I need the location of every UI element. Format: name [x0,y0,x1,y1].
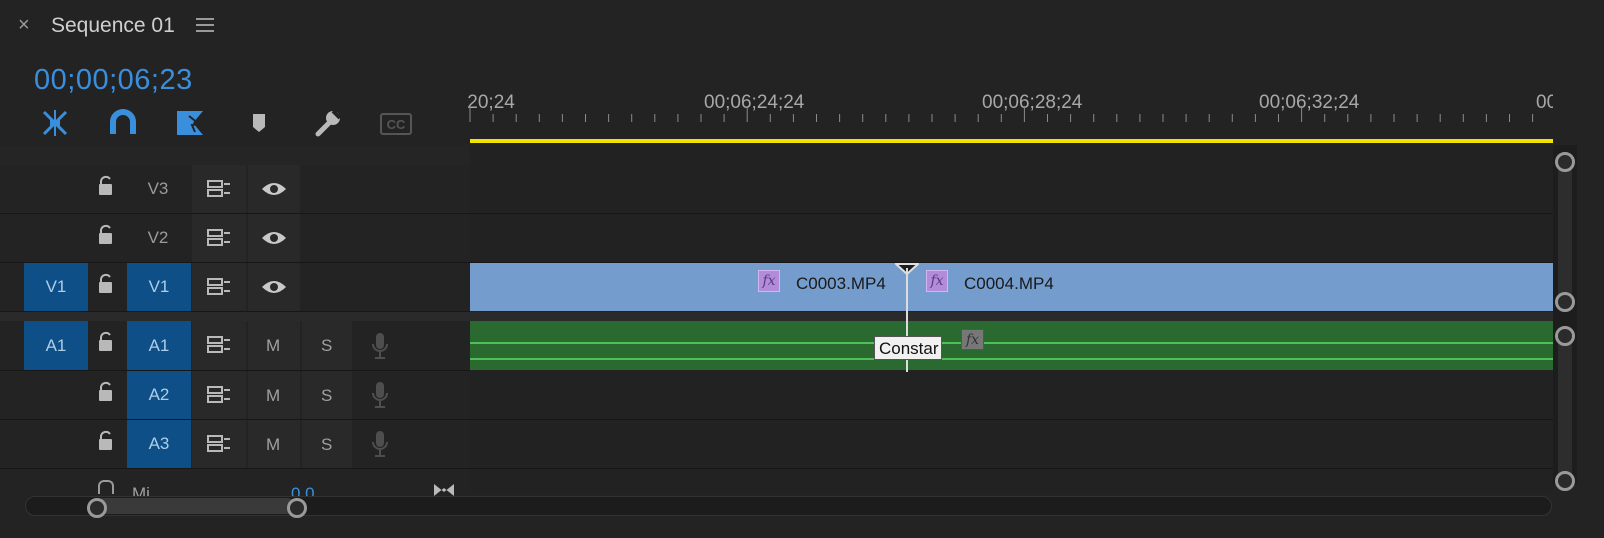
solo-button[interactable]: S [321,336,332,356]
header-spacer [0,145,470,165]
solo-cell: S [302,420,352,468]
sync-lock-cell [192,420,246,468]
zoom-scroll-thumb[interactable] [95,498,295,514]
timeline-spacer [470,145,1553,165]
sync-lock-cell [192,165,246,213]
voiceover-mic-icon[interactable] [372,332,388,360]
snap-magnet-icon[interactable] [108,108,138,138]
lock-icon[interactable] [97,331,115,353]
panel-menu-icon[interactable] [196,17,216,33]
sync-lock-icon[interactable] [207,385,231,405]
sync-lock-icon[interactable] [207,228,231,248]
track-header-a2: A2 M S [0,371,470,420]
sequence-title[interactable]: Sequence 01 [51,14,175,38]
ruler-ticks [469,106,1534,122]
track-lane-v3[interactable] [470,165,1553,214]
sync-lock-cell [192,263,246,311]
audio-clip[interactable] [470,321,1553,370]
sync-lock-cell [192,321,246,370]
transition-tooltip: Constar [874,336,942,360]
visibility-cell [248,165,300,213]
mute-button[interactable]: M [266,386,280,406]
sync-lock-icon[interactable] [207,335,231,355]
solo-button[interactable]: S [321,386,332,406]
sync-lock-cell [192,371,246,419]
track-lane-a3[interactable] [470,420,1553,469]
sync-lock-cell [192,214,246,262]
lock-icon[interactable] [97,175,115,197]
track-label-v3[interactable]: V3 [127,165,189,213]
track-header-a1: A1 A1 M S [0,321,470,371]
lock-icon[interactable] [97,273,115,295]
audio-waveform-line [470,358,1553,360]
mute-cell: M [248,321,300,370]
lock-icon[interactable] [97,381,115,403]
close-tab-icon[interactable]: × [18,14,30,37]
source-patch-a1[interactable]: A1 [24,321,88,370]
track-lane-a2[interactable] [470,371,1553,420]
wrench-settings-icon[interactable] [313,108,343,138]
eye-icon[interactable] [260,180,288,198]
track-header-v1: V1 V1 [0,263,470,312]
work-area-bar[interactable] [470,139,1553,143]
track-lane-v2[interactable] [470,214,1553,263]
lock-icon[interactable] [97,430,115,452]
visibility-cell [248,263,300,311]
eye-icon[interactable] [260,278,288,296]
sync-lock-icon[interactable] [207,434,231,454]
fx-badge[interactable]: fx [926,270,948,292]
mute-cell: M [248,420,300,468]
playhead-timecode[interactable]: 00;00;06;23 [34,64,193,97]
sync-lock-icon[interactable] [207,179,231,199]
clip-name: C0003.MP4 [796,274,886,293]
eye-icon[interactable] [260,229,288,247]
scroll-handle[interactable] [1555,152,1575,172]
mute-button[interactable]: M [266,435,280,455]
clip-name: C0004.MP4 [964,274,1054,293]
scroll-handle[interactable] [1555,471,1575,491]
solo-button[interactable]: S [321,435,332,455]
visibility-cell [248,214,300,262]
mute-cell: M [248,371,300,419]
track-label-a1[interactable]: A1 [127,321,191,370]
track-label-a3[interactable]: A3 [127,420,191,468]
track-label-a2[interactable]: A2 [127,371,191,419]
add-marker-icon[interactable] [244,108,274,138]
voiceover-mic-icon[interactable] [372,430,388,458]
zoom-handle-left[interactable] [87,498,107,518]
mute-button[interactable]: M [266,336,280,356]
track-label-v1[interactable]: V1 [127,263,191,311]
lock-icon[interactable] [98,480,114,494]
track-header-a3: A3 M S [0,420,470,469]
solo-cell: S [302,371,352,419]
time-ruler[interactable]: ;20;24 00;06;24;24 00;06;28;24 00;06;32;… [468,86,1553,122]
fx-badge[interactable]: fx [961,329,984,350]
track-header-v2: V2 [0,214,470,263]
captions-icon[interactable]: CC [380,113,412,135]
lock-icon[interactable] [97,224,115,246]
fx-badge[interactable]: fx [758,270,780,292]
zoom-handle-right[interactable] [287,498,307,518]
video-audio-divider[interactable] [0,312,1553,321]
track-header-v3: V3 [0,165,470,214]
video-scroll-track[interactable] [1558,160,1572,308]
track-label-v2[interactable]: V2 [127,214,189,262]
source-patch-v1[interactable]: V1 [24,263,88,311]
sync-lock-icon[interactable] [207,277,231,297]
linked-selection-icon[interactable] [175,108,205,138]
nest-toggle-icon[interactable] [40,108,70,138]
scroll-handle[interactable] [1555,292,1575,312]
scroll-handle[interactable] [1555,326,1575,346]
voiceover-mic-icon[interactable] [372,381,388,409]
audio-scroll-track[interactable] [1558,330,1572,480]
track-lane-mix[interactable] [470,469,1553,493]
audio-volume-line [470,342,1553,344]
solo-cell: S [302,321,352,370]
